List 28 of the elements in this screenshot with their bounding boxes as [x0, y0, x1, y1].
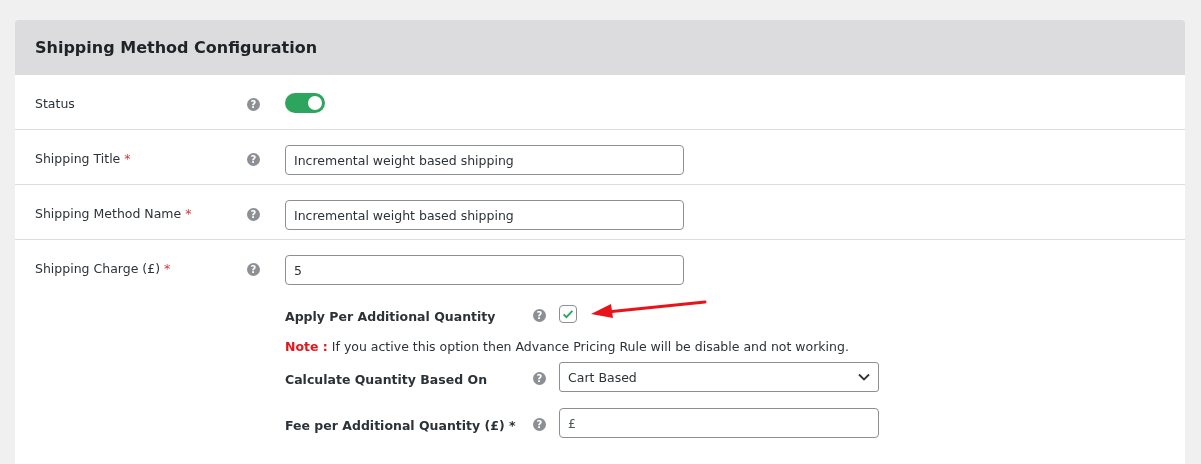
checkmark-icon	[561, 307, 575, 321]
input-field[interactable]: Incremental weight based shipping	[285, 145, 684, 175]
required-mark: *	[185, 206, 192, 221]
field-label: Shipping Charge (£)	[35, 261, 161, 276]
help-icon[interactable]: ?	[247, 208, 260, 221]
checkbox[interactable]	[559, 305, 577, 323]
input-field[interactable]: £	[559, 408, 879, 438]
help-icon[interactable]: ?	[247, 263, 260, 276]
help-icon[interactable]: ?	[247, 153, 260, 166]
field-label: Apply Per Additional Quantity	[285, 308, 496, 324]
field-label: Calculate Quantity Based On	[285, 371, 488, 387]
field-label: Fee per Additional Quantity (£) *	[285, 417, 516, 433]
help-icon[interactable]: ?	[533, 371, 546, 385]
required-mark: *	[124, 151, 131, 166]
help-icon[interactable]: ?	[247, 98, 260, 111]
help-icon[interactable]: ?	[533, 417, 546, 431]
input-field[interactable]: Incremental weight based shipping	[285, 200, 684, 230]
field-label: Shipping Method Name	[35, 206, 182, 221]
dropdown[interactable]: Cart Based	[559, 362, 879, 392]
chevron-down-icon	[858, 373, 870, 381]
help-icon[interactable]: ?	[533, 308, 546, 322]
panel-title: Shipping Method Configuration	[35, 38, 318, 57]
input-field[interactable]: 5	[285, 255, 684, 285]
note-text: Note : If you active this option then Advance Pricing Rule will be disable and not working.	[285, 339, 850, 354]
field-label: Status	[35, 96, 75, 111]
field-label: Shipping Title	[35, 151, 121, 166]
status-toggle[interactable]	[285, 93, 325, 113]
required-mark: *	[164, 261, 171, 276]
